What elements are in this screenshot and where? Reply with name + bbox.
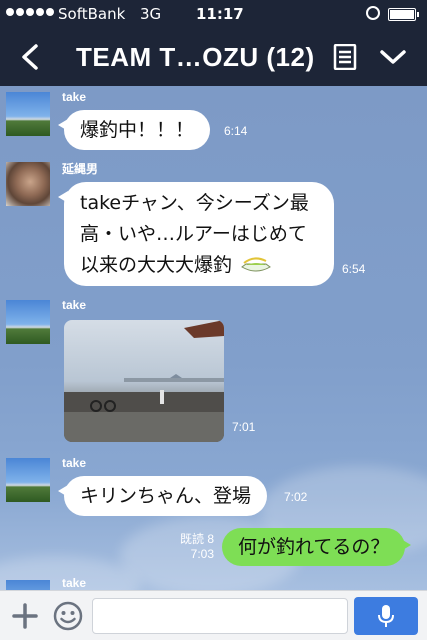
- fishing-boat-emoji: [241, 257, 271, 272]
- avatar[interactable]: [6, 580, 50, 590]
- chat-area[interactable]: take 爆釣中！！！ 6:14 延縄男 takeチャン、今シーズン最 高・いや…: [0, 86, 427, 590]
- voice-button[interactable]: [354, 597, 418, 635]
- shared-photo[interactable]: [64, 320, 224, 442]
- chat-header: TEAM T…OZU (12): [0, 28, 427, 86]
- alarm-icon: [366, 6, 380, 20]
- message-text: 爆釣中！！！: [80, 119, 195, 141]
- carrier-name: SoftBank: [58, 5, 126, 23]
- back-chevron-icon[interactable]: [14, 40, 48, 74]
- message-line: 高・いや…ルアーはじめて: [80, 223, 307, 245]
- avatar[interactable]: [6, 92, 50, 136]
- network-type: 3G: [140, 5, 162, 23]
- avatar[interactable]: [6, 162, 50, 206]
- message-time: 6:14: [224, 124, 248, 138]
- message-input-bar: [0, 590, 427, 640]
- message-text: 何が釣れてるの？: [238, 536, 390, 558]
- message-time: 7:02: [284, 490, 308, 504]
- message-bubble[interactable]: キリンちゃん、登場: [57, 476, 268, 516]
- chevron-down-icon[interactable]: [378, 46, 408, 68]
- message-text: キリンちゃん、登場: [80, 485, 252, 507]
- avatar[interactable]: [6, 458, 50, 502]
- message-bubble[interactable]: 爆釣中！！！: [57, 110, 211, 150]
- message-time: 7:03: [190, 547, 214, 561]
- note-icon[interactable]: [333, 43, 357, 71]
- status-bar: SoftBank 3G 11:17: [0, 0, 427, 28]
- emoji-icon[interactable]: [52, 600, 84, 632]
- signal-strength-icon: [6, 8, 54, 16]
- my-message-bubble[interactable]: 何が釣れてるの？: [222, 528, 412, 566]
- sender-name: take: [62, 90, 87, 104]
- status-time: 11:17: [196, 5, 244, 23]
- message-bubble[interactable]: takeチャン、今シーズン最 高・いや…ルアーはじめて 以来の大大大爆釣: [58, 182, 334, 286]
- message-line: 以来の大大大爆釣: [80, 250, 318, 281]
- sender-name: 延縄男: [62, 162, 99, 176]
- message-input[interactable]: [92, 598, 348, 634]
- avatar[interactable]: [6, 300, 50, 344]
- microphone-icon: [378, 605, 394, 627]
- chat-title[interactable]: TEAM T…OZU (12): [76, 42, 315, 73]
- sender-name: take: [62, 576, 87, 590]
- message-time: 7:01: [232, 420, 256, 434]
- sender-name: take: [62, 298, 87, 312]
- plus-icon[interactable]: [12, 603, 38, 629]
- message-line: takeチャン、今シーズン最: [80, 192, 309, 214]
- battery-icon: [388, 8, 419, 21]
- message-time: 6:54: [342, 262, 366, 276]
- sender-name: take: [62, 456, 87, 470]
- read-receipt: 既読 8 7:03: [172, 532, 214, 562]
